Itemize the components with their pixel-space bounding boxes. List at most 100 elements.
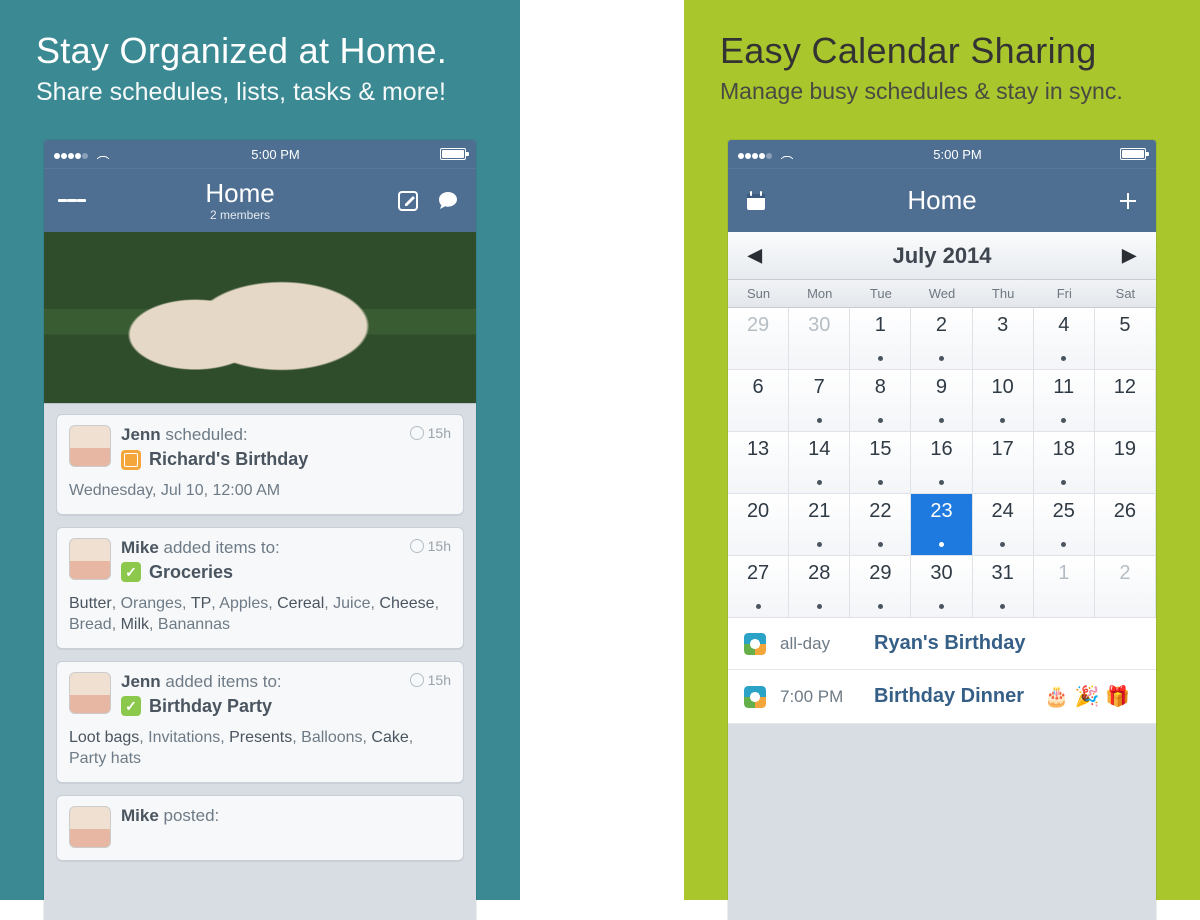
day-number: 27: [747, 562, 769, 585]
event-dot-icon: [878, 480, 883, 485]
event-row[interactable]: all-dayRyan's Birthday: [728, 618, 1156, 670]
day-cell[interactable]: 29: [850, 556, 911, 618]
feed-card[interactable]: 15hMike added items to:GroceriesButter, …: [56, 527, 464, 649]
day-cell[interactable]: 9: [911, 370, 972, 432]
day-number: 28: [808, 562, 830, 585]
battery-icon: [1120, 148, 1146, 160]
card-timestamp: 15h: [410, 672, 451, 688]
day-cell[interactable]: 30: [789, 308, 850, 370]
weekday-label: Thu: [973, 280, 1034, 307]
weekday-label: Fri: [1034, 280, 1095, 307]
day-cell[interactable]: 15: [850, 432, 911, 494]
status-time: 5:00 PM: [251, 147, 299, 162]
feed-card[interactable]: 15hJenn added items to: Birthday Party Loo…: [56, 661, 464, 783]
card-title: Birthday Party: [149, 696, 272, 717]
day-cell[interactable]: 27: [728, 556, 789, 618]
day-cell[interactable]: 19: [1095, 432, 1156, 494]
card-headline: Jenn added items to:: [121, 672, 451, 692]
phone-mock-home: 5:00 PM Home 2 members 15h Jenn scheduled…: [44, 140, 476, 920]
day-cell[interactable]: 3: [973, 308, 1034, 370]
day-cell[interactable]: 2: [1095, 556, 1156, 618]
promo-heading: Stay Organized at Home. Share schedules,…: [0, 0, 520, 127]
day-cell[interactable]: 22: [850, 494, 911, 556]
day-cell[interactable]: 4: [1034, 308, 1095, 370]
day-cell[interactable]: 17: [973, 432, 1034, 494]
promo-panel-home: Stay Organized at Home. Share schedules,…: [0, 0, 520, 900]
event-source-icon: [744, 633, 766, 655]
day-number: 9: [936, 376, 947, 399]
compose-icon[interactable]: [394, 187, 422, 215]
day-number: 11: [1053, 376, 1074, 399]
day-cell[interactable]: 10: [973, 370, 1034, 432]
nav-subtitle: 2 members: [205, 209, 274, 223]
card-title: Richard's Birthday: [149, 449, 308, 470]
day-cell[interactable]: 12: [1095, 370, 1156, 432]
day-cell[interactable]: 14: [789, 432, 850, 494]
nav-bar: Home 2 members: [44, 168, 476, 232]
add-icon[interactable]: [1114, 187, 1142, 215]
day-cell[interactable]: 20: [728, 494, 789, 556]
event-dot-icon: [878, 604, 883, 609]
day-cell[interactable]: 5: [1095, 308, 1156, 370]
nav-title[interactable]: Home: [907, 186, 976, 216]
signal-icon: [54, 147, 89, 162]
day-cell[interactable]: 23: [911, 494, 972, 556]
day-number: 15: [869, 438, 891, 461]
event-dot-icon: [1000, 604, 1005, 609]
day-cell[interactable]: 31: [973, 556, 1034, 618]
day-number: 2: [936, 314, 947, 337]
day-cell[interactable]: 30: [911, 556, 972, 618]
day-cell[interactable]: 28: [789, 556, 850, 618]
day-cell[interactable]: 6: [728, 370, 789, 432]
battery-icon: [440, 148, 466, 160]
prev-month-icon[interactable]: ◀: [740, 239, 770, 272]
day-number: 14: [808, 438, 830, 461]
day-number: 13: [747, 438, 769, 461]
event-dot-icon: [1061, 356, 1066, 361]
event-dot-icon: [878, 418, 883, 423]
day-number: 12: [1114, 376, 1136, 399]
avatar: [69, 538, 111, 580]
day-number: 26: [1114, 500, 1136, 523]
nav-title-text: Home: [907, 186, 976, 216]
day-cell[interactable]: 13: [728, 432, 789, 494]
event-dot-icon: [817, 480, 822, 485]
feed-card[interactable]: Mike posted:: [56, 795, 464, 861]
feed-card[interactable]: 15hJenn scheduled:Richard's BirthdayWedn…: [56, 414, 464, 515]
card-headline: Jenn scheduled:: [121, 425, 451, 445]
next-month-icon[interactable]: ▶: [1114, 239, 1144, 272]
month-label[interactable]: July 2014: [892, 243, 991, 269]
event-dot-icon: [939, 542, 944, 547]
day-number: 16: [930, 438, 952, 461]
day-cell[interactable]: 24: [973, 494, 1034, 556]
day-number: 29: [747, 314, 769, 337]
day-cell[interactable]: 29: [728, 308, 789, 370]
activity-feed[interactable]: 15hJenn scheduled:Richard's BirthdayWedn…: [44, 404, 476, 871]
day-cell[interactable]: 2: [911, 308, 972, 370]
chat-icon[interactable]: [434, 187, 462, 215]
day-cell[interactable]: 8: [850, 370, 911, 432]
day-cell[interactable]: 7: [789, 370, 850, 432]
day-cell[interactable]: 16: [911, 432, 972, 494]
card-headline: Mike added items to:: [121, 538, 451, 558]
day-number: 1: [875, 314, 886, 337]
weekday-label: Mon: [789, 280, 850, 307]
day-cell[interactable]: 1: [1034, 556, 1095, 618]
event-dot-icon: [939, 480, 944, 485]
day-cell[interactable]: 26: [1095, 494, 1156, 556]
day-cell[interactable]: 11: [1034, 370, 1095, 432]
avatar: [69, 672, 111, 714]
panel-gap: [520, 0, 684, 900]
day-cell[interactable]: 18: [1034, 432, 1095, 494]
card-body: Loot bags, Invitations, Presents, Balloo…: [69, 727, 451, 770]
day-number: 31: [992, 562, 1014, 585]
day-cell[interactable]: 1: [850, 308, 911, 370]
day-cell[interactable]: 25: [1034, 494, 1095, 556]
event-row[interactable]: 7:00 PMBirthday Dinner🎂 🎉 🎁: [728, 670, 1156, 724]
day-cell[interactable]: 21: [789, 494, 850, 556]
day-number: 23: [930, 500, 952, 523]
menu-icon[interactable]: [58, 187, 86, 215]
calendar-icon[interactable]: [742, 187, 770, 215]
nav-title[interactable]: Home 2 members: [205, 179, 274, 223]
day-number: 3: [997, 314, 1008, 337]
